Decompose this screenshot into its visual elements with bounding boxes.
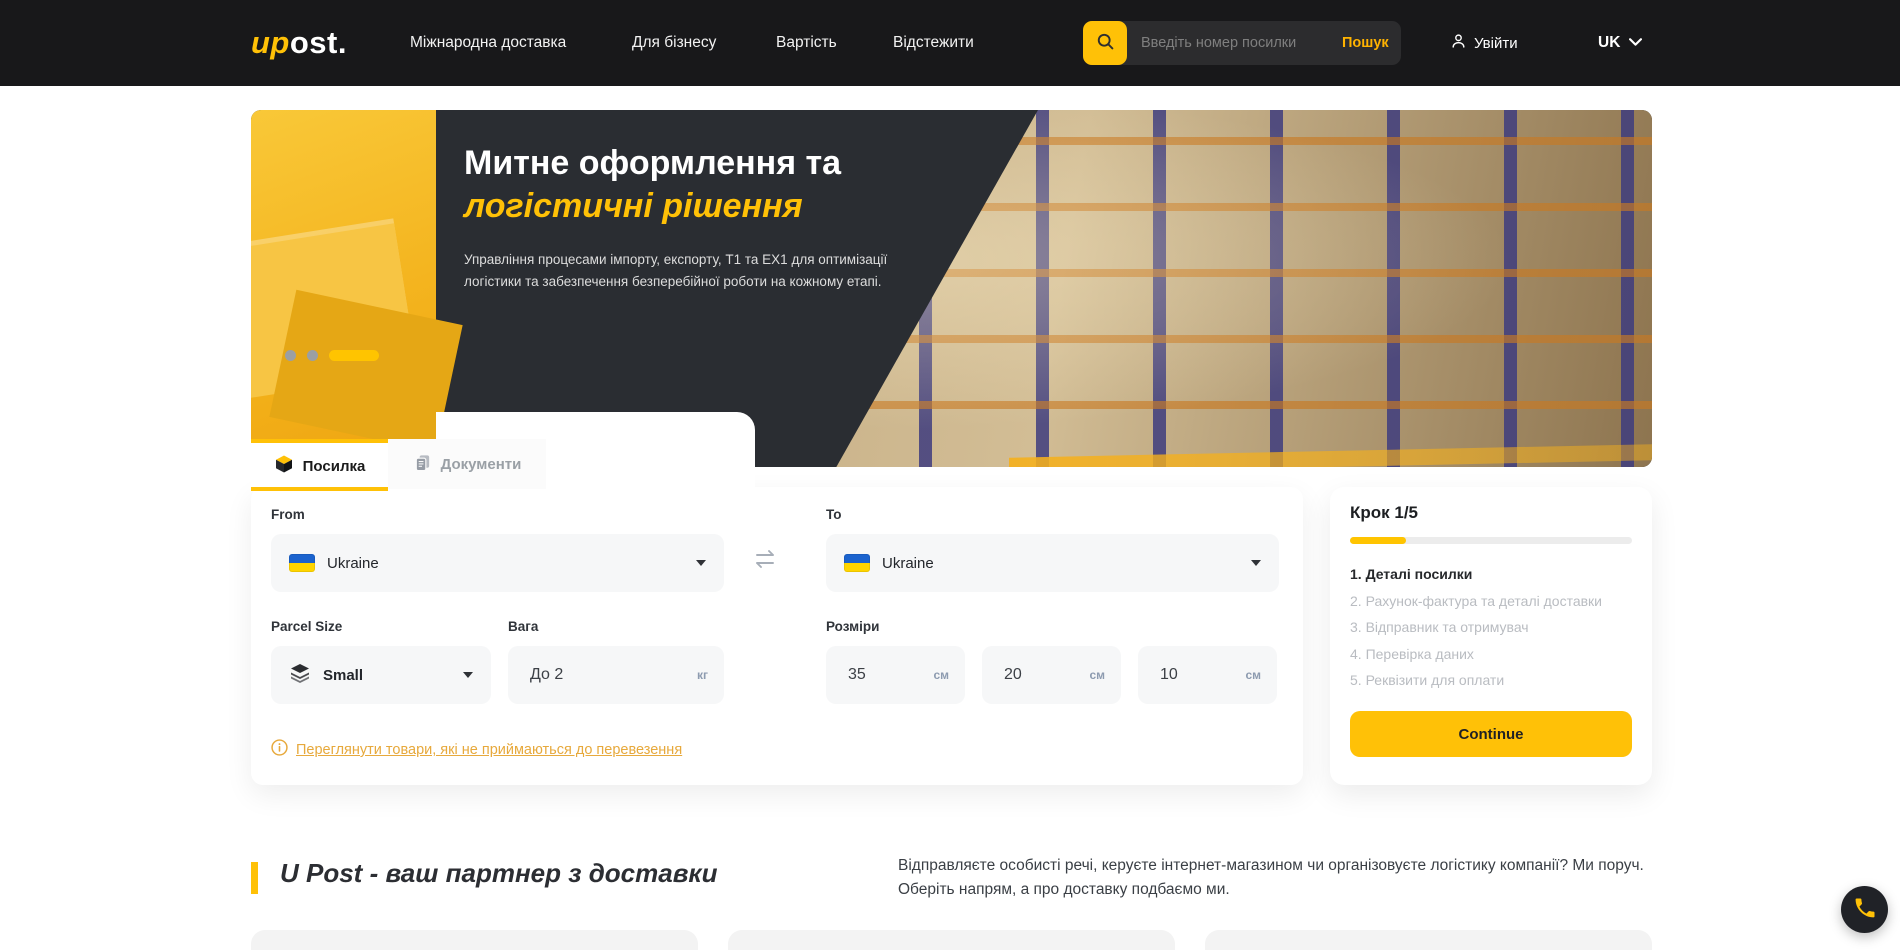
step-item-4: 4. Перевірка даних [1350, 641, 1602, 668]
hero-content: Митне оформлення та логістичні рішення У… [464, 142, 944, 294]
language-code: UK [1598, 34, 1620, 52]
weight-input[interactable] [508, 666, 628, 684]
tab-documents[interactable]: Документи [388, 439, 546, 489]
carousel-dot[interactable] [285, 350, 296, 361]
tab-documents-label: Документи [441, 456, 522, 473]
caret-down-icon [463, 672, 473, 678]
from-label: From [271, 507, 305, 522]
nav-link-track[interactable]: Відстежити [893, 0, 974, 86]
documents-icon [413, 453, 432, 476]
search-icon [1096, 32, 1115, 54]
nav-link-international[interactable]: Міжнародна доставка [410, 0, 566, 86]
dimensions-label: Розміри [826, 619, 879, 634]
checkout-steps-card: Крок 1/5 1. Деталі посилки 2. Рахунок-фа… [1330, 487, 1652, 785]
envelope-graphic-shadow [269, 290, 462, 453]
hero-title-line1: Митне оформлення та [464, 142, 944, 185]
top-navbar: upost. Міжнародна доставка Для бізнесу В… [0, 0, 1900, 86]
heading-accent-bar [251, 862, 258, 894]
dimension-width-field: см [982, 646, 1121, 704]
carousel-active-indicator[interactable] [329, 350, 379, 361]
dimension-length-input[interactable] [826, 666, 896, 684]
to-country-value: Ukraine [882, 555, 934, 572]
nav-link-business[interactable]: Для бізнесу [632, 0, 716, 86]
ukraine-flag-icon [289, 554, 315, 572]
section-description: Відправляєте особисті речі, керуєте інте… [898, 854, 1658, 902]
hero-title-line2: логістичні рішення [464, 185, 944, 228]
continue-button[interactable]: Continue [1350, 711, 1632, 757]
from-country-select[interactable]: Ukraine [271, 534, 724, 592]
progress-bar-fill [1350, 537, 1406, 544]
step-counter: Крок 1/5 [1350, 503, 1418, 523]
person-icon [1450, 32, 1467, 54]
login-button[interactable]: Увійти [1450, 0, 1518, 86]
weight-label: Вага [508, 619, 538, 634]
weight-unit: кг [697, 668, 724, 682]
to-label: To [826, 507, 842, 522]
from-country-value: Ukraine [327, 555, 379, 572]
section-heading: U Post - ваш партнер з доставки [280, 858, 717, 889]
phone-icon [1853, 896, 1877, 923]
carousel-dot[interactable] [307, 350, 318, 361]
step-item-5: 5. Реквізити для оплати [1350, 667, 1602, 694]
layers-icon [289, 662, 311, 689]
brand-logo-up: up [251, 25, 290, 61]
dimension-unit: см [1089, 668, 1121, 682]
restricted-items-link-row: Переглянути товари, які не приймаються д… [271, 739, 682, 761]
dimension-unit: см [1245, 668, 1277, 682]
parcel-box-icon [274, 454, 294, 478]
carousel-indicators [285, 350, 379, 361]
swap-countries-button[interactable] [748, 544, 782, 578]
info-icon [271, 739, 288, 761]
language-selector[interactable]: UK [1598, 0, 1642, 86]
dimension-length-field: см [826, 646, 965, 704]
parcel-form-card: From Ukraine To Ukraine Parcel Size Smal… [251, 487, 1303, 785]
dimension-height-input[interactable] [1138, 666, 1208, 684]
hero-yellow-band [251, 110, 436, 467]
brand-logo-rest: ost. [290, 25, 347, 61]
step-item-3: 3. Відправник та отримувач [1350, 614, 1602, 641]
nav-link-pricing[interactable]: Вартість [776, 0, 837, 86]
caret-down-icon [696, 560, 706, 566]
parcel-size-select[interactable]: Small [271, 646, 491, 704]
direction-card[interactable] [251, 930, 698, 950]
dimension-unit: см [933, 668, 965, 682]
to-country-select[interactable]: Ukraine [826, 534, 1279, 592]
weight-field: кг [508, 646, 724, 704]
search-button[interactable] [1083, 21, 1127, 65]
tab-parcel-label: Посилка [303, 458, 366, 475]
call-widget-button[interactable] [1841, 886, 1888, 933]
steps-list: 1. Деталі посилки 2. Рахунок-фактура та … [1350, 561, 1602, 694]
shipment-type-tabs: Посилка Документи [251, 439, 546, 489]
search-input[interactable] [1127, 35, 1338, 51]
warehouse-floor-stripe [1009, 444, 1652, 467]
hero-subtitle: Управління процесами імпорту, експорту, … [464, 249, 914, 294]
direction-card[interactable] [1205, 930, 1652, 950]
step-item-1: 1. Деталі посилки [1350, 561, 1602, 588]
ukraine-flag-icon [844, 554, 870, 572]
restricted-items-link[interactable]: Переглянути товари, які не приймаються д… [296, 742, 682, 758]
brand-logo[interactable]: upost. [251, 0, 347, 86]
tab-parcel[interactable]: Посилка [251, 439, 388, 489]
parcel-size-value: Small [323, 667, 363, 684]
swap-arrows-icon [752, 548, 778, 575]
chevron-down-icon [1629, 34, 1642, 52]
dimension-height-field: см [1138, 646, 1277, 704]
tracking-search-bar: Пошук [1083, 21, 1401, 65]
parcel-size-label: Parcel Size [271, 619, 342, 634]
step-item-2: 2. Рахунок-фактура та деталі доставки [1350, 588, 1602, 615]
dimension-width-input[interactable] [982, 666, 1052, 684]
caret-down-icon [1251, 560, 1261, 566]
search-submit-button[interactable]: Пошук [1338, 35, 1403, 51]
progress-bar [1350, 537, 1632, 544]
direction-card[interactable] [728, 930, 1175, 950]
login-label: Увійти [1474, 35, 1518, 52]
